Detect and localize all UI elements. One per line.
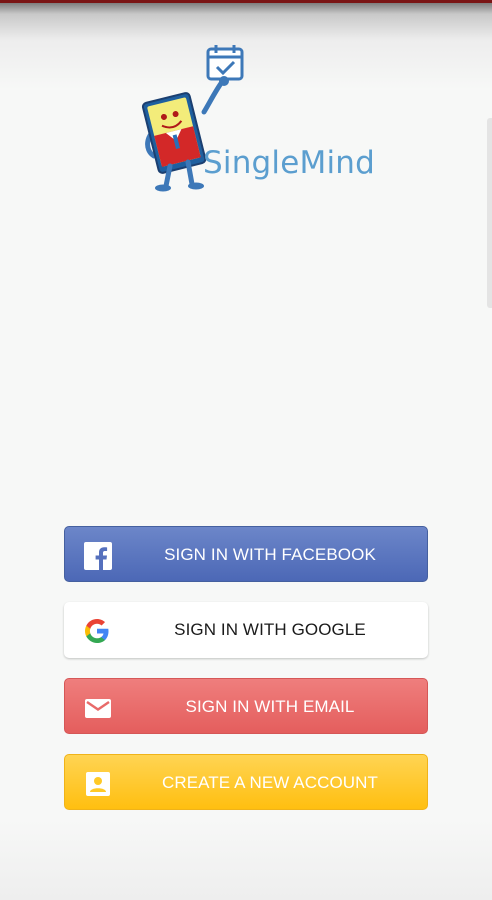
app-logo-text: SingleMind [203, 145, 375, 181]
login-screen: SingleMind SIGN IN WITH FACEBOOK SIGN IN… [0, 0, 492, 900]
sign-in-google-button[interactable]: SIGN IN WITH GOOGLE [64, 602, 428, 658]
google-button-label: SIGN IN WITH GOOGLE [174, 620, 366, 639]
create-account-button-label: CREATE A NEW ACCOUNT [161, 773, 379, 792]
edge-scroll-handle[interactable] [487, 118, 492, 308]
facebook-button-label: SIGN IN WITH FACEBOOK [164, 545, 376, 564]
calendar-check-icon [206, 45, 244, 81]
status-bar-accent [0, 0, 492, 3]
email-button-label: SIGN IN WITH EMAIL [185, 697, 355, 716]
create-account-button[interactable]: CREATE A NEW ACCOUNT [64, 754, 428, 810]
sign-in-facebook-button[interactable]: SIGN IN WITH FACEBOOK [64, 526, 428, 582]
sign-in-email-button[interactable]: SIGN IN WITH EMAIL [64, 678, 428, 734]
